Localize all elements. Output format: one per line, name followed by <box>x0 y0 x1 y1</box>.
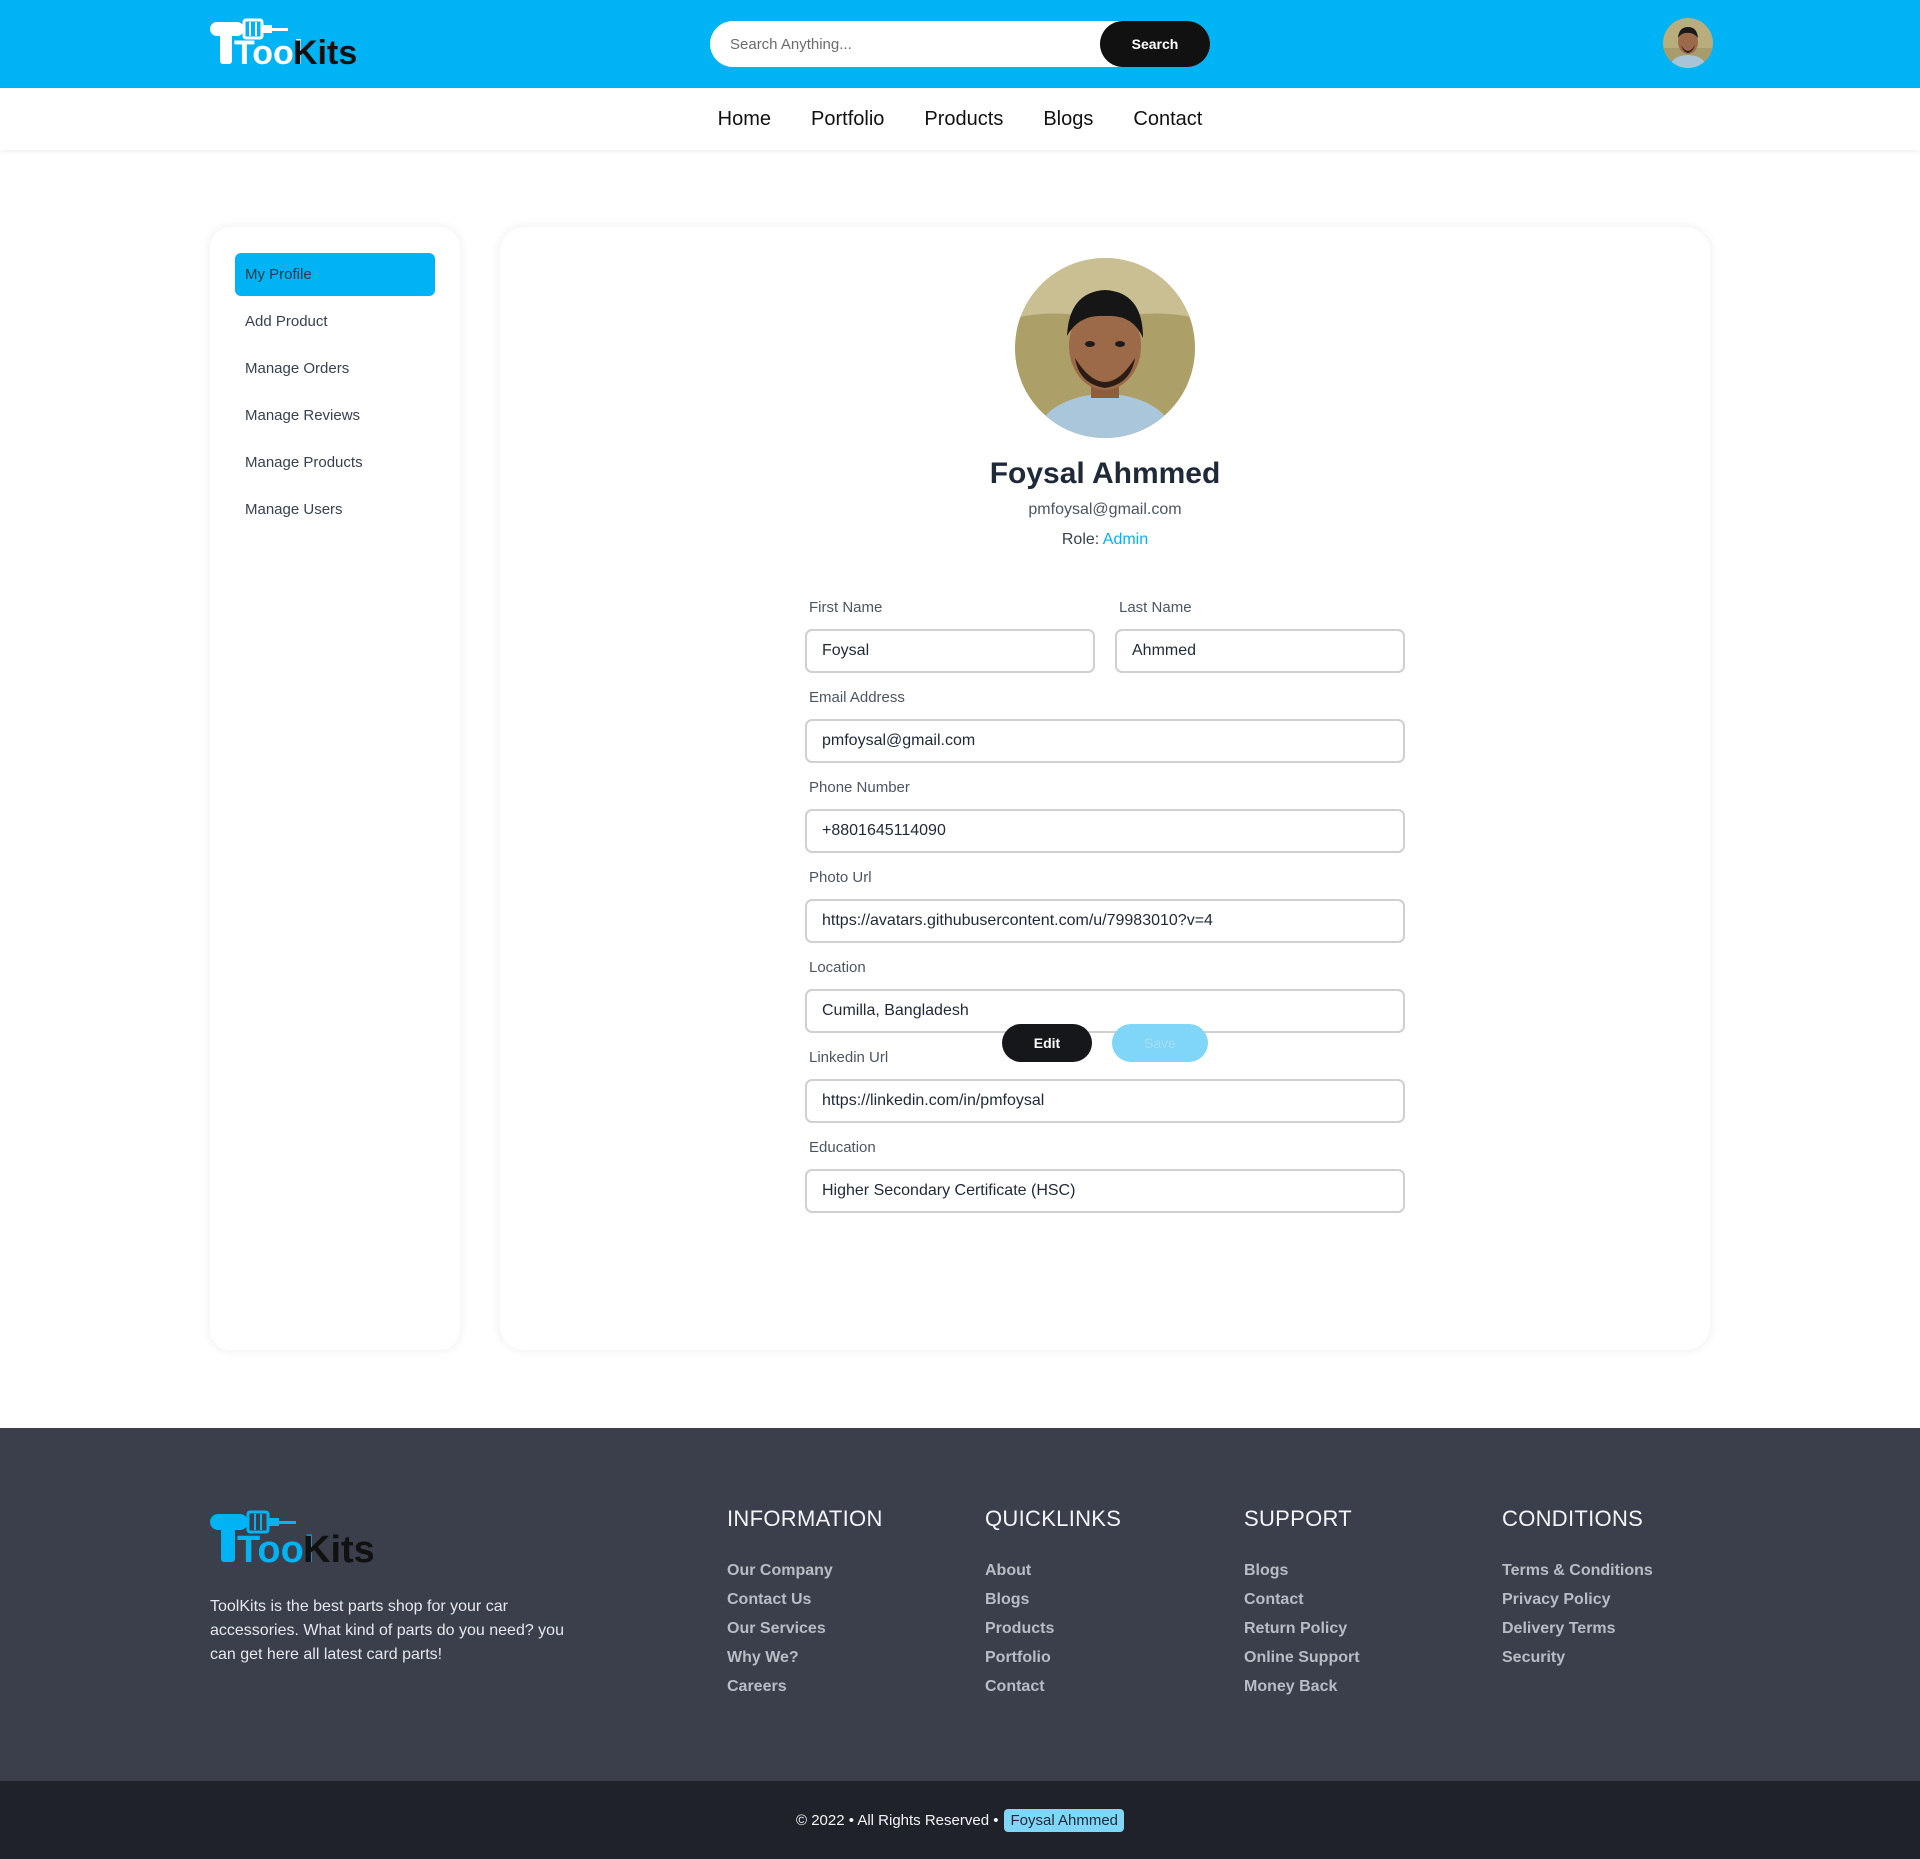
footer-link[interactable]: Contact <box>985 1672 1121 1701</box>
edit-button[interactable]: Edit <box>1002 1024 1092 1062</box>
logo-text-kits: Kits <box>293 34 357 70</box>
footer-link[interactable]: Careers <box>727 1672 883 1701</box>
footer-link[interactable]: Security <box>1502 1643 1653 1672</box>
nav-blogs[interactable]: Blogs <box>1043 108 1093 131</box>
profile-name: Foysal Ahmmed <box>989 457 1221 490</box>
footer-column-title: SUPPORT <box>1244 1506 1353 1531</box>
footer-link[interactable]: Why We? <box>727 1643 883 1672</box>
footer-logo-text-kits: Kits <box>303 1529 375 1566</box>
copyright-bar: © 2022 • All Rights Reserved • Foysal Ah… <box>0 1781 1920 1859</box>
role-value: Admin <box>1102 531 1149 548</box>
footer-column-information: INFORMATION Our Company Contact Us Our S… <box>727 1506 883 1701</box>
footer-description: ToolKits is the best parts shop for your… <box>210 1598 564 1663</box>
footer-link[interactable]: Online Support <box>1244 1643 1360 1672</box>
footer-column-title: QUICKLINKS <box>985 1506 1122 1531</box>
footer-link[interactable]: Our Company <box>727 1556 883 1585</box>
photo-url-field[interactable] <box>805 899 1405 943</box>
footer-column-title: CONDITIONS <box>1502 1506 1644 1531</box>
location-label: Location <box>809 959 866 976</box>
footer-link[interactable]: Blogs <box>985 1585 1121 1614</box>
sidebar-item-manage-users[interactable]: Manage Users <box>235 488 435 531</box>
footer-logo[interactable]: Tool Kits <box>210 1510 390 1571</box>
footer-column-conditions: CONDITIONS Terms & Conditions Privacy Po… <box>1502 1506 1653 1672</box>
dashboard-sidebar: My Profile Add Product Manage Orders Man… <box>210 227 460 1350</box>
footer-column-title: INFORMATION <box>727 1506 883 1531</box>
nav-contact[interactable]: Contact <box>1133 108 1202 131</box>
phone-field[interactable] <box>805 809 1405 853</box>
profile-email: pmfoysal@gmail.com <box>1028 501 1182 518</box>
location-field[interactable] <box>805 989 1405 1033</box>
copyright-text: © 2022 • All Rights Reserved • <box>795 1811 999 1829</box>
education-field[interactable] <box>805 1169 1405 1213</box>
nav-home[interactable]: Home <box>718 108 771 131</box>
phone-label: Phone Number <box>809 779 910 796</box>
linkedin-label: Linkedin Url <box>809 1049 889 1066</box>
footer-link[interactable]: Our Services <box>727 1614 883 1643</box>
role-label: Role: <box>1061 531 1100 548</box>
footer-link[interactable]: Contact <box>1244 1585 1360 1614</box>
sidebar-item-manage-products[interactable]: Manage Products <box>235 441 435 484</box>
brand-logo[interactable]: Tool Kits <box>210 18 370 70</box>
user-avatar[interactable] <box>1663 18 1713 68</box>
author-badge[interactable]: Foysal Ahmmed <box>1004 1808 1125 1832</box>
footer-link[interactable]: Return Policy <box>1244 1614 1360 1643</box>
profile-role: Role: Admin <box>500 531 1710 549</box>
site-footer: Tool Kits ToolKits is the best parts sho… <box>0 1428 1920 1781</box>
sidebar-item-add-product[interactable]: Add Product <box>235 300 435 343</box>
sidebar-item-my-profile[interactable]: My Profile <box>235 253 435 296</box>
first-name-label: First Name <box>809 599 883 616</box>
profile-photo <box>1015 258 1195 438</box>
search-input[interactable] <box>710 21 1100 67</box>
nav-products[interactable]: Products <box>924 108 1003 131</box>
footer-link[interactable]: Privacy Policy <box>1502 1585 1653 1614</box>
sidebar-item-manage-reviews[interactable]: Manage Reviews <box>235 394 435 437</box>
main-nav: Home Portfolio Products Blogs Contact <box>0 88 1920 150</box>
email-field[interactable] <box>805 719 1405 763</box>
footer-column-support: SUPPORT Blogs Contact Return Policy Onli… <box>1244 1506 1360 1701</box>
photo-url-label: Photo Url <box>809 869 872 886</box>
footer-link[interactable]: Portfolio <box>985 1643 1121 1672</box>
footer-column-quicklinks: QUICKLINKS About Blogs Products Portfoli… <box>985 1506 1121 1701</box>
footer-link[interactable]: Money Back <box>1244 1672 1360 1701</box>
footer-link[interactable]: Products <box>985 1614 1121 1643</box>
sidebar-item-manage-orders[interactable]: Manage Orders <box>235 347 435 390</box>
footer-link[interactable]: Terms & Conditions <box>1502 1556 1653 1585</box>
top-header: Tool Kits Search <box>0 0 1920 88</box>
footer-link[interactable]: Contact Us <box>727 1585 883 1614</box>
last-name-field[interactable] <box>1115 629 1405 673</box>
search-button[interactable]: Search <box>1100 21 1210 67</box>
profile-card: Foysal Ahmmed pmfoysal@gmail.com Role: A… <box>500 227 1710 1350</box>
linkedin-field[interactable] <box>805 1079 1405 1123</box>
save-button[interactable]: Save <box>1112 1024 1208 1062</box>
first-name-field[interactable] <box>805 629 1095 673</box>
footer-link[interactable]: Delivery Terms <box>1502 1614 1653 1643</box>
education-label: Education <box>809 1139 876 1156</box>
search-bar: Search <box>710 21 1210 67</box>
nav-portfolio[interactable]: Portfolio <box>811 108 884 131</box>
last-name-label: Last Name <box>1119 599 1192 616</box>
footer-link[interactable]: Blogs <box>1244 1556 1360 1585</box>
footer-link[interactable]: About <box>985 1556 1121 1585</box>
email-label: Email Address <box>809 689 905 706</box>
